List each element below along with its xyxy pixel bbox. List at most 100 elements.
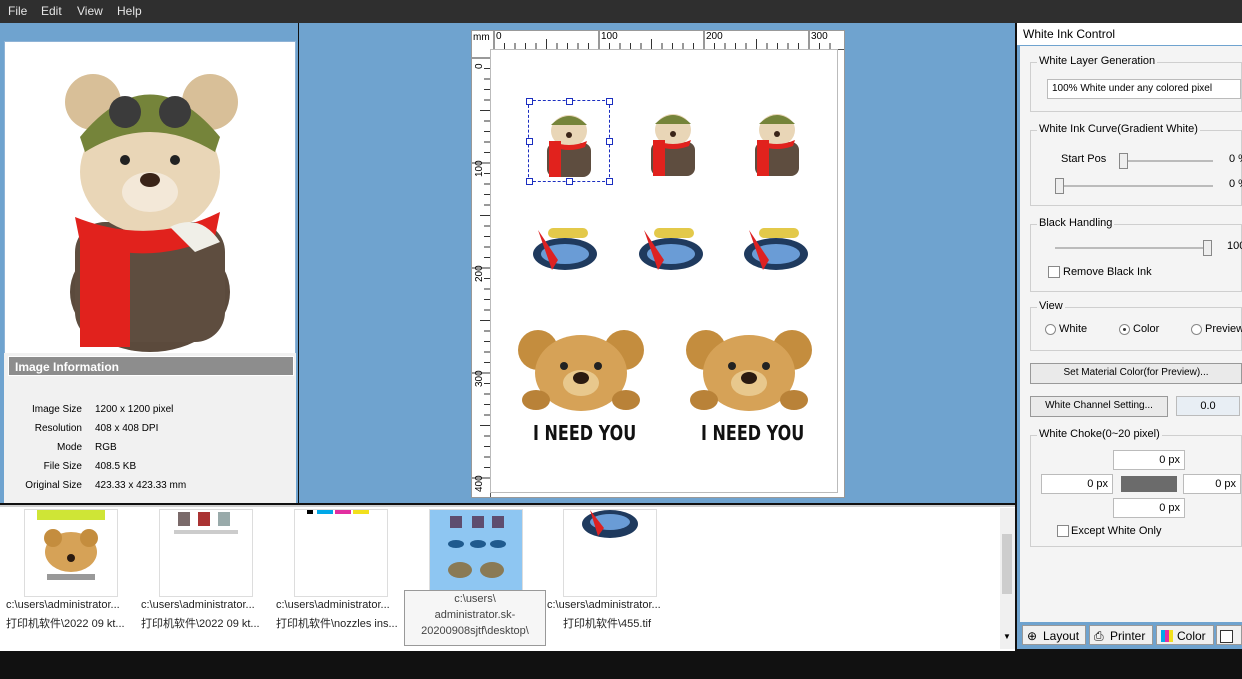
start-pos-value: 0 %: [1229, 153, 1242, 165]
bear-item[interactable]: [633, 100, 713, 180]
thumbnail-1[interactable]: [24, 509, 118, 597]
skater-logo-item[interactable]: [634, 220, 709, 280]
view-white-radio[interactable]: [1045, 324, 1056, 335]
white-tab-icon: [1220, 630, 1233, 643]
start-pos-track: [1121, 160, 1213, 162]
choke-bottom-field[interactable]: 0 px: [1113, 498, 1185, 518]
tab-layout[interactable]: ⊕ Layout: [1022, 625, 1086, 645]
color-icon: [1161, 630, 1173, 642]
info-label: File Size: [43, 461, 82, 472]
skater-logo-item[interactable]: [528, 220, 603, 280]
white-channel-value[interactable]: 0.0: [1176, 396, 1240, 416]
black-handling-group: Black Handling 100 Remove Black Ink: [1030, 217, 1242, 292]
info-row-original-size: Original Size 423.33 x 423.33 mm: [4, 480, 294, 496]
black-slider[interactable]: [1203, 240, 1212, 256]
thumbnail-5-path: 打印机软件\455.tif: [563, 618, 652, 630]
thumbnail-5[interactable]: [563, 509, 657, 597]
info-row-resolution: Resolution 408 x 408 DPI: [4, 423, 294, 439]
thumbnail-2[interactable]: [159, 509, 253, 597]
ruler-h-label: 200: [706, 31, 723, 42]
ruler-v-label: 100: [474, 160, 485, 177]
skater-logo-item[interactable]: [739, 220, 814, 280]
info-value: 423.33 x 423.33 mm: [95, 480, 187, 491]
choke-top-field[interactable]: 0 px: [1113, 450, 1185, 470]
horizontal-ruler: mm 0 100 200 300: [472, 31, 844, 50]
menu-help[interactable]: Help: [117, 4, 142, 18]
selected-bear-item[interactable]: [526, 98, 613, 185]
bear-item[interactable]: [737, 100, 817, 180]
tab-color-label: Color: [1177, 629, 1206, 643]
teddy-bear-image: [65, 74, 238, 352]
white-channel-setting-button[interactable]: White Channel Setting...: [1030, 396, 1168, 417]
path-tooltip: c:\users\ administrator.sk- 20200908sjtf…: [404, 590, 546, 646]
set-material-color-button[interactable]: Set Material Color(for Preview)...: [1030, 363, 1242, 384]
choke-preview: [1121, 476, 1177, 492]
panel-title: White Ink Control: [1017, 23, 1242, 45]
info-value: 1200 x 1200 pixel: [95, 404, 174, 415]
view-preview-radio[interactable]: [1191, 324, 1202, 335]
thumbnail-5-label: c:\users\administrator...: [547, 599, 661, 611]
vertical-ruler: 0 100 200 300 400: [472, 49, 491, 497]
thumbnail-2-path: 打印机软件\2022 09 kt...: [141, 618, 260, 630]
tab-layout-label: Layout: [1043, 629, 1080, 643]
menu-view[interactable]: View: [77, 4, 103, 18]
thumbnail-4-selected[interactable]: [429, 509, 523, 597]
ruler-v-label: 300: [474, 370, 485, 387]
document-page[interactable]: mm 0 100 200 300 0 100 200 300 400 I NEE…: [471, 30, 845, 498]
info-row-filesize: File Size 408.5 KB: [4, 461, 294, 477]
menu-file[interactable]: File: [8, 4, 27, 18]
view-group: View White Color Preview: [1030, 300, 1242, 351]
info-row-size: Image Size 1200 x 1200 pixel: [4, 404, 294, 420]
info-value: 408 x 408 DPI: [95, 423, 159, 434]
white-choke-group: White Choke(0~20 pixel) 0 px 0 px 0 px 0…: [1030, 428, 1242, 547]
big-bear-item[interactable]: [516, 328, 646, 414]
white-layer-select[interactable]: 100% White under any colored pixel: [1047, 79, 1241, 99]
thumbnail-3[interactable]: [294, 509, 388, 597]
remove-black-checkbox[interactable]: [1048, 266, 1060, 278]
curve-label: White Ink Curve(Gradient White): [1037, 123, 1200, 135]
thumbnail-3-label: c:\users\administrator...: [276, 599, 390, 611]
view-white-label: White: [1059, 323, 1088, 335]
thumbnail-scrollbar[interactable]: ▼: [1000, 508, 1015, 649]
info-label: Resolution: [34, 423, 82, 434]
info-label: Mode: [56, 442, 82, 453]
big-bear-item[interactable]: [684, 328, 814, 414]
printer-icon: ⎙: [1094, 629, 1104, 643]
image-information-panel: Image Information Image Size 1200 x 1200 …: [4, 353, 296, 503]
tab-color[interactable]: Color: [1156, 625, 1214, 645]
info-label: Image Size: [31, 404, 82, 415]
menu-edit[interactable]: Edit: [41, 4, 62, 18]
choke-right-field[interactable]: 0 px: [1183, 474, 1241, 494]
info-label: Original Size: [25, 480, 82, 491]
tab-printer-label: Printer: [1110, 629, 1146, 643]
print-area: I NEED YOU I NEED YOU: [490, 49, 838, 493]
thumbnail-3-path: 打印机软件\nozzles ins...: [276, 618, 398, 630]
ruler-h-label: 0: [496, 31, 502, 42]
white-choke-label: White Choke(0~20 pixel): [1037, 428, 1162, 440]
thumbnail-1-path: 打印机软件\2022 09 kt...: [6, 618, 125, 630]
curve-value-2: 0 %: [1229, 178, 1242, 190]
black-handling-label: Black Handling: [1037, 217, 1115, 229]
ruler-h-label: 300: [811, 31, 828, 42]
view-color-radio[interactable]: [1119, 324, 1130, 335]
remove-black-label: Remove Black Ink: [1063, 266, 1152, 278]
ruler-v-label: 200: [474, 265, 485, 282]
curve-track-2: [1057, 185, 1213, 187]
thumbnail-1-label: c:\users\administrator...: [6, 599, 120, 611]
left-panel: Image Information Image Size 1200 x 1200 …: [0, 23, 298, 503]
curve-slider-2[interactable]: [1055, 178, 1064, 194]
white-ink-control-body: White Layer Generation 100% White under …: [1020, 46, 1242, 622]
tab-white[interactable]: [1216, 625, 1242, 645]
ruler-unit: mm: [473, 32, 490, 43]
scrollbar-thumb[interactable]: [1002, 534, 1012, 594]
image-info-title: Image Information: [8, 356, 294, 376]
start-pos-label: Start Pos: [1061, 153, 1107, 165]
tab-printer[interactable]: ⎙ Printer: [1089, 625, 1153, 645]
ruler-v-label: 0: [474, 63, 485, 69]
white-layer-label: White Layer Generation: [1037, 55, 1158, 67]
start-pos-slider[interactable]: [1119, 153, 1128, 169]
except-white-checkbox[interactable]: [1057, 525, 1069, 537]
black-value: 100: [1227, 240, 1242, 252]
scroll-down-icon[interactable]: ▼: [1003, 632, 1011, 641]
choke-left-field[interactable]: 0 px: [1041, 474, 1113, 494]
